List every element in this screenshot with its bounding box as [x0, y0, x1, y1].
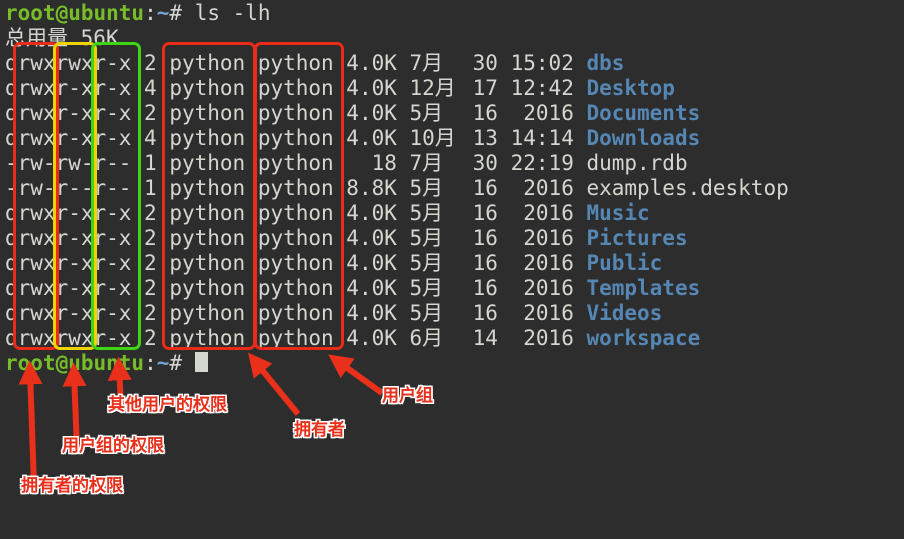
prompt-path: ~	[156, 351, 170, 375]
file-name: Public	[586, 251, 663, 275]
file-time: 12:42	[510, 76, 574, 100]
file-time: 2016	[523, 251, 574, 275]
label-other-permissions: 其他用户的权限	[108, 395, 227, 415]
label-owner: 拥有者	[294, 420, 345, 440]
file-day: 13	[472, 126, 498, 150]
prompt-symbol: #	[169, 351, 183, 375]
file-time: 2016	[523, 326, 574, 350]
file-time: 2016	[523, 101, 574, 125]
file-month: 5月	[409, 101, 444, 125]
file-time: 15:02	[510, 51, 574, 75]
file-month: 5月	[409, 226, 444, 250]
file-month: 10月	[409, 126, 456, 150]
file-month: 5月	[409, 251, 444, 275]
prompt-path: ~	[156, 1, 170, 25]
file-name: Desktop	[586, 76, 675, 100]
file-month: 5月	[409, 176, 444, 200]
file-day: 16	[472, 176, 498, 200]
file-name: workspace	[586, 326, 701, 350]
file-month: 7月	[409, 151, 444, 175]
file-month: 6月	[409, 326, 444, 350]
file-name: Videos	[586, 301, 663, 325]
file-name: Music	[586, 201, 650, 225]
other-permissions-box	[91, 42, 141, 350]
file-month: 5月	[409, 201, 444, 225]
file-name: Documents	[586, 101, 701, 125]
label-owner-permissions: 拥有者的权限	[21, 476, 123, 496]
file-name: dump.rdb	[586, 151, 688, 175]
label-group-permissions: 用户组的权限	[62, 436, 164, 456]
file-time: 22:19	[510, 151, 574, 175]
prompt-separator: :	[144, 351, 157, 375]
prompt-user-host: root@ubuntu	[5, 1, 145, 25]
file-day: 16	[472, 226, 498, 250]
file-name: Pictures	[586, 226, 688, 250]
file-name: dbs	[586, 51, 625, 75]
file-time: 2016	[523, 226, 574, 250]
file-day: 16	[472, 101, 498, 125]
file-day: 14	[472, 326, 498, 350]
file-month: 5月	[409, 301, 444, 325]
file-day: 30	[472, 51, 498, 75]
file-month: 12月	[409, 76, 456, 100]
prompt-line-bottom: root@ubuntu:~#	[5, 351, 904, 376]
prompt-symbol: #	[169, 1, 183, 25]
file-day: 16	[472, 251, 498, 275]
file-time: 2016	[523, 201, 574, 225]
file-day: 16	[472, 301, 498, 325]
file-day: 30	[472, 151, 498, 175]
owner-column-box	[162, 42, 256, 350]
prompt-separator: :	[144, 1, 157, 25]
file-day: 16	[472, 276, 498, 300]
file-time: 14:14	[510, 126, 574, 150]
file-name: Downloads	[586, 126, 701, 150]
terminal-cursor	[195, 352, 209, 372]
file-time: 2016	[523, 176, 574, 200]
command-text: ls -lh	[194, 1, 271, 25]
prompt-user-host: root@ubuntu	[5, 351, 145, 375]
file-month: 5月	[409, 276, 444, 300]
file-time: 2016	[523, 301, 574, 325]
label-group: 用户组	[382, 386, 433, 406]
prompt-line: root@ubuntu:~# ls -lh	[5, 1, 904, 26]
file-month: 7月	[409, 51, 444, 75]
group-column-box	[254, 42, 344, 350]
file-day: 17	[472, 76, 498, 100]
file-name: Templates	[586, 276, 701, 300]
file-time: 2016	[523, 276, 574, 300]
file-day: 16	[472, 201, 498, 225]
file-name: examples.desktop	[586, 176, 789, 200]
